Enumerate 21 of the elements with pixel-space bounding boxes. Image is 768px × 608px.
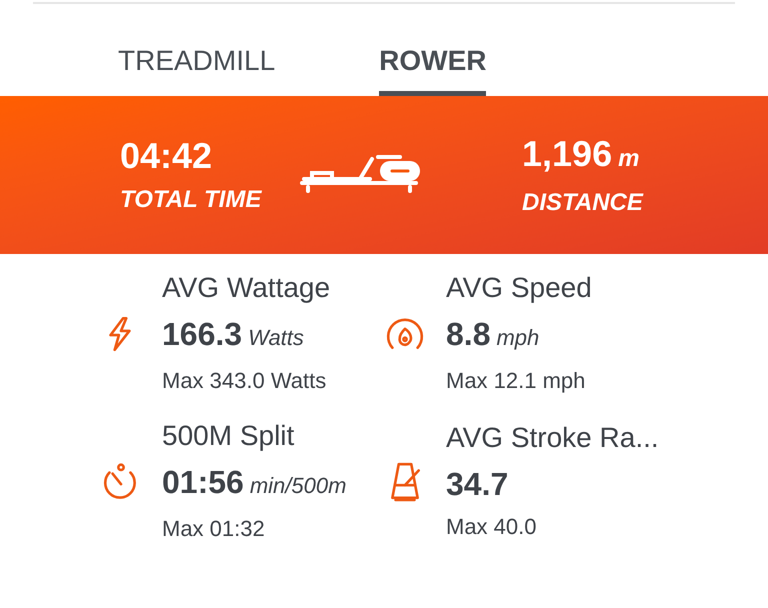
stat-title: AVG Wattage — [162, 274, 330, 302]
stat-max: Max 40.0 — [446, 516, 538, 538]
total-time-value: 04:42 — [120, 138, 214, 174]
distance-label: DISTANCE — [522, 190, 643, 214]
stat-max: Max 12.1 mph — [446, 370, 586, 392]
stat-max: Max 343.0 Watts — [162, 370, 328, 392]
stat-unit: min/500m — [250, 472, 346, 500]
stat-title: AVG Stroke Ra... — [446, 424, 659, 452]
stat-unit: Watts — [248, 324, 304, 352]
stat-title: 500M Split — [162, 422, 296, 450]
tab[interactable]: TREADMILL — [118, 47, 276, 96]
stat-unit: mph — [496, 324, 540, 352]
total-time-label: TOTAL TIME — [120, 188, 263, 212]
stat-max: Max 01:32 — [162, 518, 266, 540]
stat-value: 34.7 — [446, 468, 508, 500]
stat-value: 166.3 — [162, 318, 242, 350]
distance-value: 1,196 — [522, 136, 612, 172]
distance-unit: m — [618, 144, 640, 174]
stat-value: 01:56 — [162, 466, 244, 498]
stat-title: AVG Speed — [446, 274, 592, 302]
stat-value: 8.8 — [446, 318, 490, 350]
